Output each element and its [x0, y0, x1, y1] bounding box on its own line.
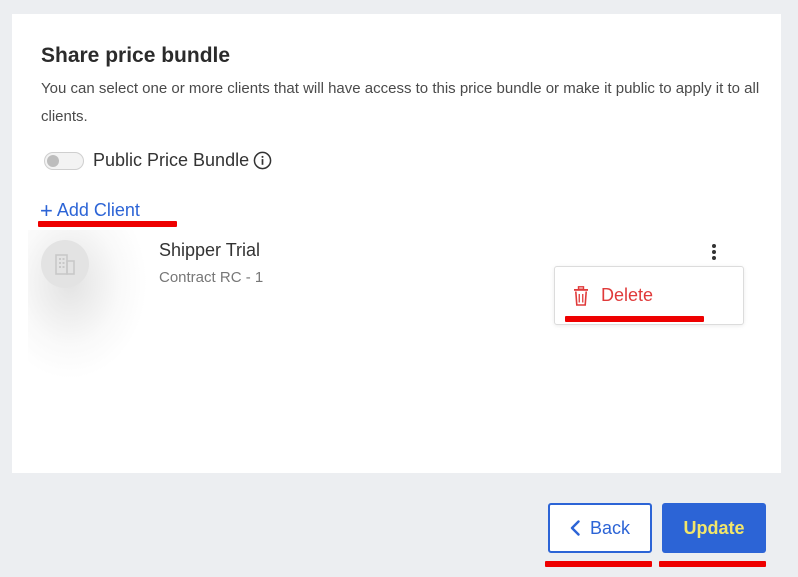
delete-label: Delete	[601, 285, 654, 305]
public-toggle-row: Public Price Bundle	[44, 150, 272, 171]
trash-icon	[573, 285, 589, 306]
kebab-menu-icon[interactable]	[707, 242, 721, 262]
chevron-left-icon	[570, 520, 580, 536]
public-price-bundle-toggle[interactable]	[44, 151, 84, 170]
kebab-dot	[712, 250, 716, 254]
kebab-dot	[712, 244, 716, 248]
building-icon	[41, 240, 89, 288]
client-contract: Contract RC - 1	[159, 269, 264, 286]
info-circle-icon[interactable]	[253, 151, 272, 170]
kebab-dot	[712, 256, 716, 260]
annotation-underline-back	[545, 561, 652, 567]
share-dialog-card: Share price bundle You can select one or…	[12, 14, 781, 473]
dialog-title: Share price bundle	[41, 44, 231, 67]
add-client-label: Add Client	[56, 200, 140, 220]
annotation-underline-add-client	[38, 221, 177, 227]
add-client-button[interactable]: + Add Client	[40, 197, 140, 223]
update-label: Update	[683, 517, 745, 538]
public-toggle-label: Public Price Bundle	[93, 150, 250, 170]
annotation-underline-update	[659, 561, 766, 567]
client-name: Shipper Trial	[159, 240, 261, 260]
annotation-underline-delete	[565, 316, 704, 322]
update-button[interactable]: Update	[662, 503, 766, 553]
dialog-description: You can select one or more clients that …	[41, 80, 760, 125]
toggle-knob	[47, 154, 59, 167]
delete-menu-item[interactable]: Delete	[573, 285, 653, 306]
back-label: Back	[589, 517, 631, 538]
back-button[interactable]: Back	[548, 503, 652, 553]
plus-icon: +	[40, 197, 53, 223]
